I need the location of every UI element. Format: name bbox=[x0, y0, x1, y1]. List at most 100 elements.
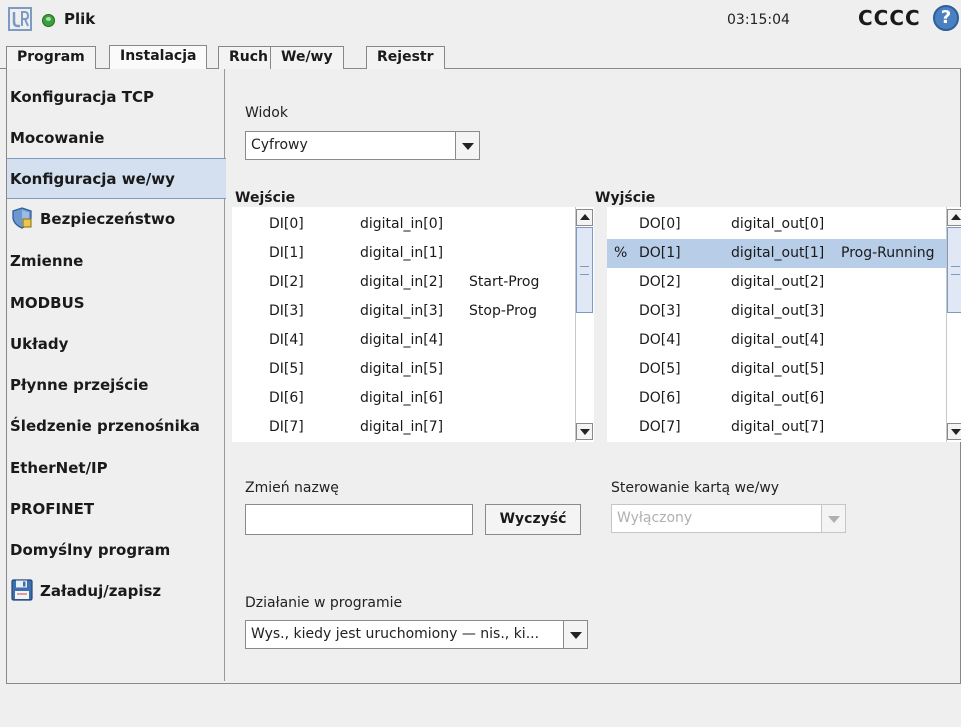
sidebar-item-default-program[interactable]: Domyślny program bbox=[7, 530, 225, 571]
input-id: DI[2] bbox=[269, 274, 304, 290]
tab-rejestr[interactable]: Rejestr bbox=[366, 46, 445, 70]
output-name: digital_out[1] bbox=[731, 245, 825, 261]
outputs-scrollbar[interactable] bbox=[946, 207, 961, 442]
input-name: digital_in[3] bbox=[360, 303, 444, 319]
output-id: DO[5] bbox=[639, 361, 681, 377]
table-row[interactable]: DI[3] digital_in[3] Stop-Prog bbox=[232, 297, 594, 326]
output-id: DO[6] bbox=[639, 390, 681, 406]
clear-button[interactable]: Wyczyść bbox=[485, 504, 581, 535]
sidebar-item-tcp[interactable]: Konfiguracja TCP bbox=[7, 77, 225, 118]
rename-input[interactable] bbox=[245, 504, 473, 535]
title-bar: Plik 03:15:04 CCCC ? bbox=[0, 0, 961, 38]
table-row-selected[interactable]: % DO[1] digital_out[1] Prog-Running bbox=[607, 239, 961, 268]
io-card-control-value: Wyłączony bbox=[617, 510, 693, 526]
scroll-thumb[interactable] bbox=[576, 227, 593, 313]
output-name: digital_out[4] bbox=[731, 332, 825, 348]
table-row[interactable]: DI[4] digital_in[4] bbox=[232, 326, 594, 355]
installation-panel: Konfiguracja TCP Mocowanie Konfiguracja … bbox=[6, 69, 961, 684]
tab-instalacja[interactable]: Instalacja bbox=[109, 45, 208, 70]
output-name: digital_out[3] bbox=[731, 303, 825, 319]
input-function: Stop-Prog bbox=[469, 303, 537, 319]
sidebar-item-label: Bezpieczeństwo bbox=[40, 210, 176, 228]
table-row[interactable]: DI[0] digital_in[0] bbox=[232, 210, 594, 239]
table-row[interactable]: DO[7] digital_out[7] bbox=[607, 413, 961, 442]
scroll-up-icon[interactable] bbox=[947, 209, 961, 226]
input-name: digital_in[0] bbox=[360, 216, 444, 232]
sidebar-item-safety[interactable]: Bezpieczeństwo bbox=[7, 199, 225, 240]
table-row[interactable]: DI[1] digital_in[1] bbox=[232, 239, 594, 268]
output-function: Prog-Running bbox=[841, 245, 935, 261]
program-action-dropdown[interactable]: Wys., kiedy jest uruchomiony — nis., ki.… bbox=[245, 620, 588, 649]
scroll-down-icon[interactable] bbox=[576, 423, 593, 440]
table-row[interactable]: DI[5] digital_in[5] bbox=[232, 355, 594, 384]
chevron-down-icon bbox=[455, 132, 479, 159]
input-name: digital_in[6] bbox=[360, 390, 444, 406]
scroll-up-icon[interactable] bbox=[576, 209, 593, 226]
table-row[interactable]: DO[6] digital_out[6] bbox=[607, 384, 961, 413]
chevron-down-icon bbox=[563, 621, 587, 648]
bottom-bar bbox=[0, 684, 961, 727]
inputs-table: DI[0] digital_in[0] DI[1] digital_in[1] DI… bbox=[232, 207, 594, 442]
sidebar-item-io-config[interactable]: Konfiguracja we/wy bbox=[7, 158, 226, 199]
sidebar-item-mounting[interactable]: Mocowanie bbox=[7, 118, 225, 159]
inputs-scrollbar[interactable] bbox=[575, 207, 593, 442]
input-function: Start-Prog bbox=[469, 274, 540, 290]
table-row[interactable]: DO[2] digital_out[2] bbox=[607, 268, 961, 297]
outputs-table: DO[0] digital_out[0] % DO[1] digital_out[1]… bbox=[607, 207, 961, 442]
program-action-value: Wys., kiedy jest uruchomiony — nis., ki.… bbox=[251, 626, 540, 642]
sidebar-item-ethernet-ip[interactable]: EtherNet/IP bbox=[7, 448, 225, 489]
io-card-control-label: Sterowanie kartą we/wy bbox=[611, 480, 780, 496]
sidebar-item-conveyor-tracking[interactable]: Śledzenie przenośnika bbox=[7, 406, 225, 447]
view-dropdown[interactable]: Cyfrowy bbox=[245, 131, 480, 160]
output-marker: % bbox=[614, 245, 628, 261]
scroll-thumb[interactable] bbox=[947, 227, 961, 313]
file-menu[interactable]: Plik bbox=[64, 10, 95, 28]
table-row[interactable]: DI[2] digital_in[2] Start-Prog bbox=[232, 268, 594, 297]
scroll-down-icon[interactable] bbox=[947, 423, 961, 440]
table-row[interactable]: DI[6] digital_in[6] bbox=[232, 384, 594, 413]
main-tabs: Program Instalacja Ruch We/wy Rejestr bbox=[0, 45, 961, 70]
sidebar-item-label: Konfiguracja TCP bbox=[10, 88, 155, 106]
input-name: digital_in[1] bbox=[360, 245, 444, 261]
io-card-control-dropdown[interactable]: Wyłączony bbox=[611, 504, 846, 533]
input-id: DI[1] bbox=[269, 245, 304, 261]
outputs-title: Wyjście bbox=[595, 190, 656, 206]
input-name: digital_in[4] bbox=[360, 332, 444, 348]
table-row[interactable]: DO[4] digital_out[4] bbox=[607, 326, 961, 355]
table-row[interactable]: DO[0] digital_out[0] bbox=[607, 210, 961, 239]
sidebar-item-smooth-transition[interactable]: Płynne przejście bbox=[7, 365, 225, 406]
input-id: DI[6] bbox=[269, 390, 304, 406]
sidebar-item-variables[interactable]: Zmienne bbox=[7, 241, 225, 282]
robot-name: CCCC bbox=[858, 6, 921, 30]
table-row[interactable]: DI[7] digital_in[7] bbox=[232, 413, 594, 442]
rename-label: Zmień nazwę bbox=[245, 480, 339, 496]
view-dropdown-value: Cyfrowy bbox=[251, 137, 308, 153]
robot-status-icon[interactable] bbox=[42, 14, 55, 27]
chevron-down-icon bbox=[821, 505, 845, 532]
installation-sidebar: Konfiguracja TCP Mocowanie Konfiguracja … bbox=[7, 69, 226, 681]
tab-we-wy[interactable]: We/wy bbox=[270, 46, 344, 70]
sidebar-item-label: Załaduj/zapisz bbox=[40, 582, 162, 600]
clock: 03:15:04 bbox=[727, 12, 790, 28]
floppy-disk-icon bbox=[11, 578, 33, 601]
help-icon[interactable]: ? bbox=[933, 5, 959, 31]
sidebar-item-profinet[interactable]: PROFINET bbox=[7, 489, 225, 530]
output-name: digital_out[6] bbox=[731, 390, 825, 406]
input-name: digital_in[7] bbox=[360, 419, 444, 435]
sidebar-item-modbus[interactable]: MODBUS bbox=[7, 283, 225, 324]
table-row[interactable]: DO[5] digital_out[5] bbox=[607, 355, 961, 384]
input-name: digital_in[5] bbox=[360, 361, 444, 377]
tab-program[interactable]: Program bbox=[6, 46, 96, 70]
sidebar-item-load-save[interactable]: Załaduj/zapisz bbox=[7, 571, 225, 612]
sidebar-item-label: MODBUS bbox=[10, 294, 85, 312]
output-name: digital_out[2] bbox=[731, 274, 825, 290]
table-row[interactable]: DO[3] digital_out[3] bbox=[607, 297, 961, 326]
input-id: DI[4] bbox=[269, 332, 304, 348]
sidebar-item-label: Płynne przejście bbox=[10, 376, 149, 394]
sidebar-item-features[interactable]: Układy bbox=[7, 324, 225, 365]
output-name: digital_out[5] bbox=[731, 361, 825, 377]
output-id: DO[2] bbox=[639, 274, 681, 290]
output-id: DO[4] bbox=[639, 332, 681, 348]
inputs-title: Wejście bbox=[235, 190, 296, 206]
input-id: DI[5] bbox=[269, 361, 304, 377]
